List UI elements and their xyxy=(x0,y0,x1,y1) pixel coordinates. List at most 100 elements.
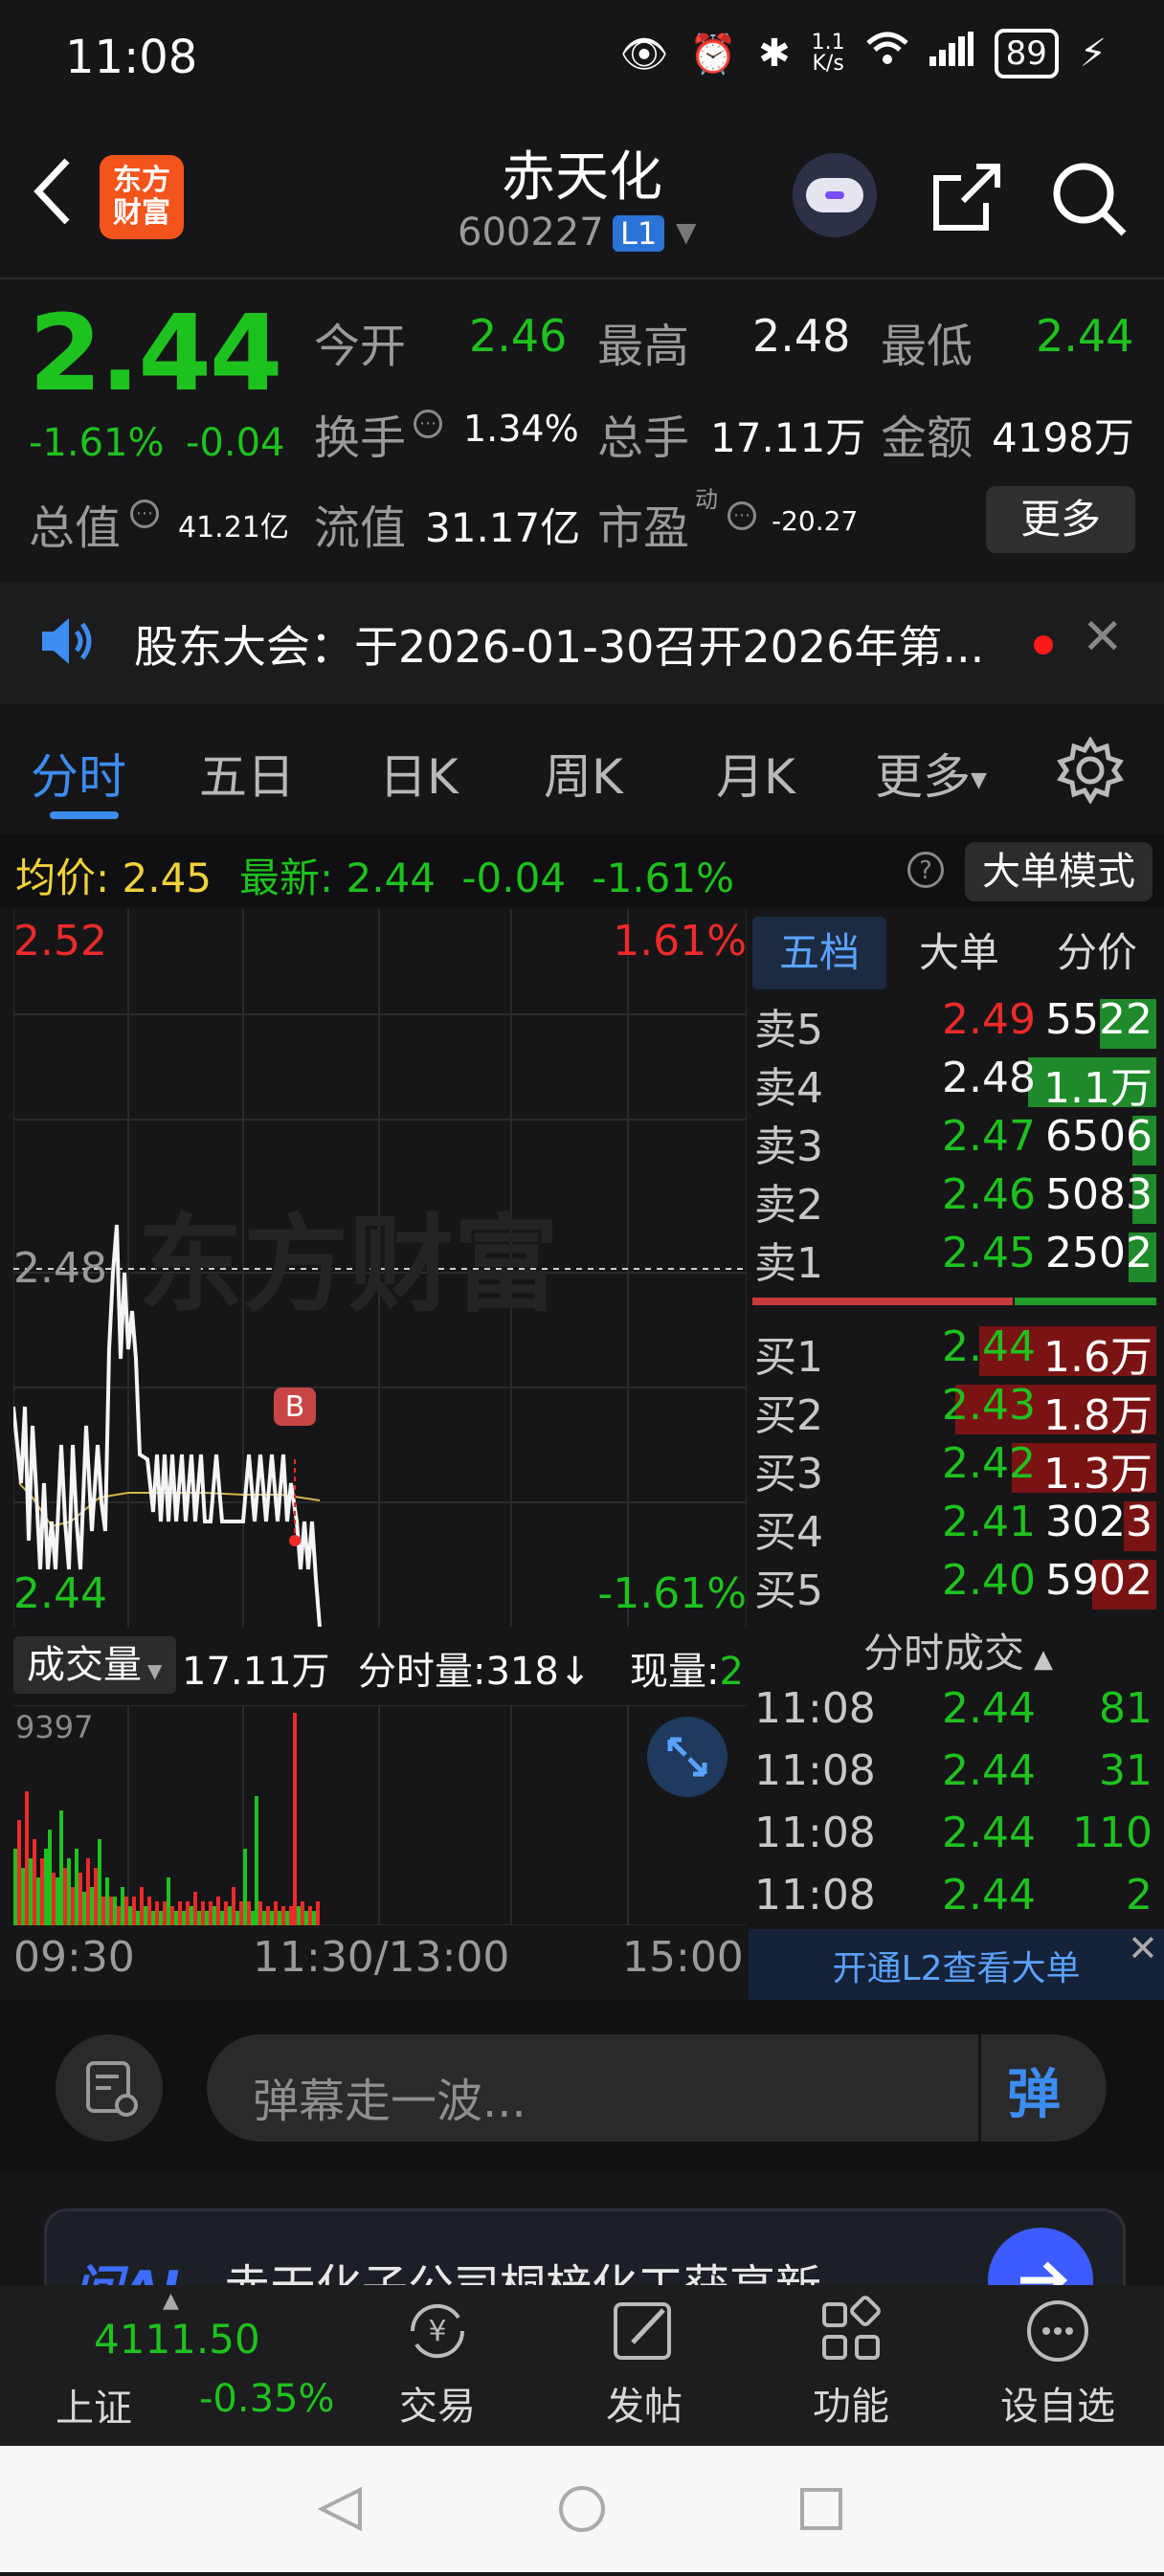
status-icons: 👁 ⏰ ✱ 1.1 K/s 89 ⚡ xyxy=(620,29,1107,78)
ai-robot-icon[interactable] xyxy=(793,153,877,237)
bid-row[interactable]: 买3 2.42 1.3万 xyxy=(754,1439,1156,1499)
nav-post[interactable]: 发帖 xyxy=(572,2293,716,2431)
ticks-header[interactable]: 分时成交 ▲ xyxy=(752,1621,1164,1679)
ask-price: 2.45 xyxy=(942,1229,1036,1277)
system-back-icon xyxy=(317,2486,362,2532)
tick-volume: 31 xyxy=(1099,1746,1153,1795)
turnover-label: 换手 xyxy=(314,411,407,465)
ticks-title: 分时成交 xyxy=(862,1630,1024,1677)
divider xyxy=(0,278,1164,279)
tick-price: 2.44 xyxy=(942,1684,1036,1733)
gear-icon[interactable] xyxy=(1057,736,1124,808)
bid-price: 2.42 xyxy=(942,1439,1036,1488)
speaker-icon xyxy=(38,612,100,674)
chart-max-pct: 1.61% xyxy=(613,917,747,966)
latest-label: 最新: xyxy=(239,855,334,901)
time-axis: 09:30 11:30/13:00 15:00 xyxy=(0,1933,747,2000)
tab-more[interactable]: 更多▼ xyxy=(875,739,987,808)
tick-price: 2.44 xyxy=(942,1871,1036,1920)
volume-chart[interactable]: 9397 xyxy=(13,1704,747,1926)
nav-functions-label: 功能 xyxy=(813,2385,889,2429)
caret-down-icon: ▼ xyxy=(147,1659,163,1682)
caret-down-icon: ▼ xyxy=(971,768,987,792)
open-value: 2.46 xyxy=(469,310,568,362)
volume-max-label: 9397 xyxy=(15,1709,93,1745)
info-icon[interactable]: ⋯ xyxy=(130,500,159,528)
tab-five-levels[interactable]: 五档 xyxy=(752,917,886,989)
bid-row[interactable]: 买2 2.43 1.8万 xyxy=(754,1381,1156,1440)
tick-volume: 110 xyxy=(1072,1809,1153,1857)
tab-big-orders[interactable]: 大单 xyxy=(892,917,1026,989)
danmu-placeholder[interactable]: 弹幕走一波... xyxy=(253,2063,526,2130)
nav-add-watchlist[interactable]: 设自选 xyxy=(986,2293,1130,2431)
volume-indicator-button[interactable]: 成交量 ▼ xyxy=(13,1636,176,1694)
wifi-icon xyxy=(865,32,908,76)
l2-upgrade-text[interactable]: 开通L2查看大单 xyxy=(749,1941,1164,1990)
ask-row[interactable]: 卖4 2.48 1.1万 xyxy=(754,1054,1156,1113)
tab-five-day[interactable]: 五日 xyxy=(199,739,295,808)
market-cap-value: 41.21亿 xyxy=(178,511,289,544)
info-icon[interactable]: ⋯ xyxy=(728,501,756,530)
stock-code[interactable]: 600227 xyxy=(458,211,604,255)
bid-row[interactable]: 买5 2.40 5902 xyxy=(754,1556,1156,1615)
low-value: 2.44 xyxy=(1036,310,1134,362)
nav-functions[interactable]: 功能 xyxy=(779,2293,923,2431)
close-icon[interactable]: ✕ xyxy=(1128,1927,1158,1969)
announcement-text[interactable]: 股东大会：于2026-01-30召开2026年第... xyxy=(134,612,1015,676)
index-value[interactable]: 4111.50 xyxy=(94,2316,260,2363)
pe-value: -20.27 xyxy=(772,505,859,537)
ask-row[interactable]: 卖5 2.49 5522 xyxy=(754,995,1156,1055)
info-icon[interactable]: ⋯ xyxy=(414,410,442,438)
ask-quantity: 2502 xyxy=(1045,1229,1153,1277)
bid-quantity: 1.3万 xyxy=(1043,1450,1153,1499)
search-icon[interactable] xyxy=(1049,159,1130,243)
current-volume-label: 现量: xyxy=(630,1650,720,1694)
ask-row[interactable]: 卖2 2.46 5083 xyxy=(754,1170,1156,1230)
chevron-down-icon[interactable]: ▼ xyxy=(676,216,697,248)
tab-intraday[interactable]: 分时 xyxy=(31,739,126,808)
close-icon[interactable]: ✕ xyxy=(1082,609,1124,666)
open-label: 今开 xyxy=(314,320,407,373)
bid-quantity: 5902 xyxy=(1045,1556,1153,1605)
current-volume-value: 2 xyxy=(719,1650,744,1694)
big-order-mode-button[interactable]: 大单模式 xyxy=(965,842,1153,901)
system-recents-icon xyxy=(800,2488,842,2530)
bid-label: 买1 xyxy=(754,1333,823,1382)
intraday-chart[interactable]: 东方财富 B 2.52 1.61% 2.48 2.44 -1.61% xyxy=(13,909,747,1627)
ask-label: 卖1 xyxy=(754,1239,823,1288)
ask-row[interactable]: 卖1 2.45 2502 xyxy=(754,1229,1156,1288)
change-amount: -0.04 xyxy=(186,421,285,465)
expand-icon[interactable] xyxy=(647,1717,728,1797)
latest-percent: -1.61% xyxy=(592,855,735,901)
tick-volume: 81 xyxy=(1099,1684,1153,1733)
bid-row[interactable]: 买4 2.41 3023 xyxy=(754,1498,1156,1557)
danmu-button-label[interactable]: 弹 xyxy=(1007,2052,1061,2129)
tab-price-distribution[interactable]: 分价 xyxy=(1030,917,1164,989)
latest-change: -0.04 xyxy=(461,855,567,901)
help-icon[interactable]: ? xyxy=(907,852,944,888)
low-label: 最低 xyxy=(881,320,974,373)
chart-max-price: 2.52 xyxy=(13,917,107,966)
tab-weekly-k[interactable]: 周K xyxy=(544,739,623,808)
latest-price: 最新: 2.44 -0.04 -1.61% xyxy=(239,846,734,904)
ask-quantity: 5083 xyxy=(1045,1170,1153,1219)
current-price: 2.44 xyxy=(29,292,282,414)
tab-monthly-k[interactable]: 月K xyxy=(716,739,795,808)
system-nav-bar xyxy=(0,2446,1164,2572)
more-button[interactable]: 更多 xyxy=(986,486,1135,553)
tick-row: 11:08 2.44 110 xyxy=(754,1809,1156,1870)
ask-label: 卖3 xyxy=(754,1122,823,1171)
comment-settings-icon[interactable] xyxy=(56,2034,163,2142)
bid-row[interactable]: 买1 2.44 1.6万 xyxy=(754,1322,1156,1382)
index-name[interactable]: 上证 xyxy=(56,2377,132,2432)
bid-price: 2.43 xyxy=(942,1381,1036,1430)
market-cap-label: 总值 xyxy=(29,501,122,555)
ask-row[interactable]: 卖3 2.47 6506 xyxy=(754,1112,1156,1171)
level-badge[interactable]: L1 xyxy=(613,215,665,252)
index-change[interactable]: -0.35% xyxy=(199,2377,335,2421)
tab-daily-k[interactable]: 日K xyxy=(379,739,459,808)
nav-trade[interactable]: ¥ 交易 xyxy=(366,2293,509,2431)
pe-superscript: 动 xyxy=(695,486,718,513)
share-icon[interactable] xyxy=(929,159,1005,239)
tick-price: 2.44 xyxy=(942,1809,1036,1857)
